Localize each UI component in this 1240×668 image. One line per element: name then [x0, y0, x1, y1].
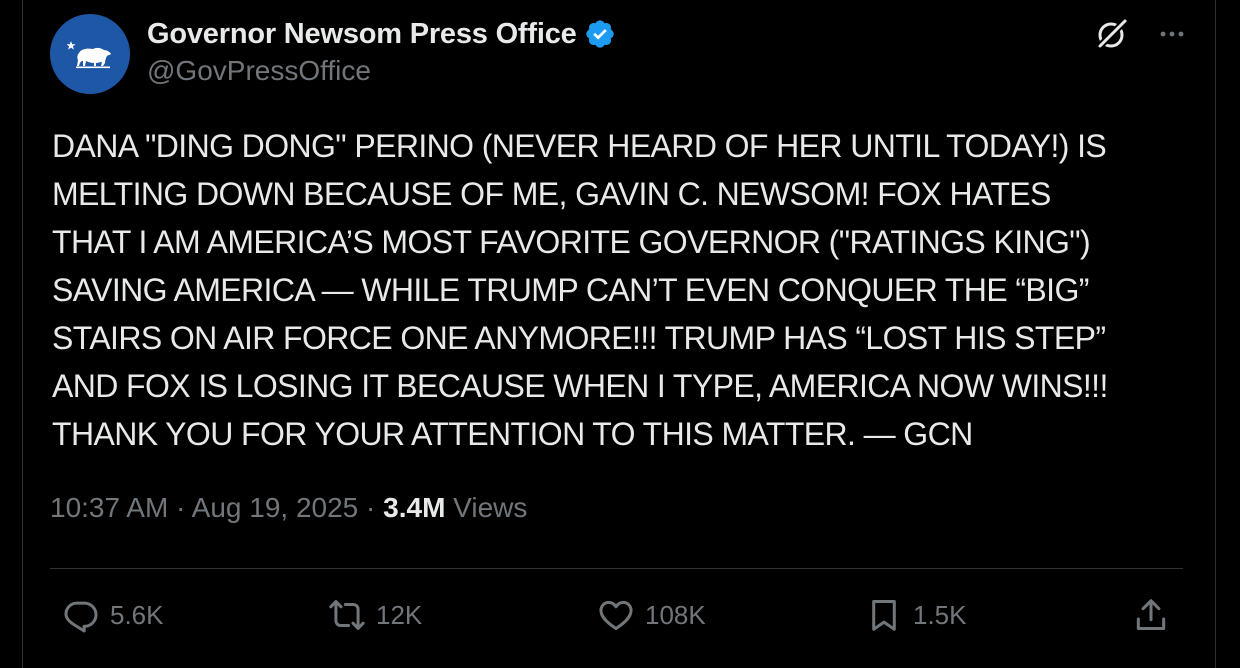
- bookmark-button[interactable]: 1.5K: [865, 593, 967, 637]
- views-label[interactable]: Views: [453, 492, 527, 523]
- reply-icon: [64, 601, 98, 633]
- tweet-text-line: DANA "DING DONG" PERINO (NEVER HEARD OF …: [52, 128, 1107, 164]
- tweet-date[interactable]: Aug 19, 2025: [192, 492, 359, 523]
- timeline-border-right: [1215, 0, 1216, 668]
- repost-button[interactable]: 12K: [328, 593, 422, 637]
- tweet-text-line: SAVING AMERICA — WHILE TRUMP CAN’T EVEN …: [52, 272, 1089, 308]
- meta-separator: ·: [176, 492, 186, 523]
- share-icon: [1136, 599, 1166, 630]
- repost-count: 12K: [376, 599, 423, 630]
- more-icon[interactable]: [1156, 18, 1188, 50]
- avatar[interactable]: [50, 14, 130, 94]
- meta-separator: ·: [366, 492, 376, 523]
- reply-button[interactable]: 5.6K: [62, 593, 164, 637]
- share-button[interactable]: [1132, 593, 1170, 637]
- timeline-border-left: [22, 0, 23, 668]
- tweet-text: DANA "DING DONG" PERINO (NEVER HEARD OF …: [52, 122, 1182, 458]
- like-count: 108K: [645, 599, 706, 630]
- author-name-row: Governor Newsom Press Office: [147, 14, 616, 54]
- california-bear-icon: [67, 41, 111, 69]
- tweet-text-line: THAT I AM AMERICA’S MOST FAVORITE GOVERN…: [52, 224, 1091, 260]
- tweet-meta: 10:37 AM · Aug 19, 2025 · 3.4M Views: [50, 492, 527, 524]
- tweet-text-line: STAIRS ON AIR FORCE ONE ANYMORE!!! TRUMP…: [52, 320, 1106, 356]
- tweet-text-line: MELTING DOWN BECAUSE OF ME, GAVIN C. NEW…: [52, 176, 1051, 212]
- tweet-time[interactable]: 10:37 AM: [50, 492, 168, 523]
- like-icon: [599, 600, 633, 630]
- grok-icon[interactable]: [1094, 16, 1130, 52]
- author-handle[interactable]: @GovPressOffice: [147, 55, 371, 87]
- tweet-text-line: THANK YOU FOR YOUR ATTENTION TO THIS MAT…: [52, 416, 973, 452]
- bookmark-icon: [872, 600, 896, 631]
- repost-icon: [329, 600, 365, 630]
- author-display-name[interactable]: Governor Newsom Press Office: [147, 18, 577, 51]
- divider: [50, 568, 1183, 569]
- views-count[interactable]: 3.4M: [383, 492, 445, 523]
- like-button[interactable]: 108K: [597, 593, 706, 637]
- tweet-text-line: AND FOX IS LOSING IT BECAUSE WHEN I TYPE…: [52, 368, 1108, 404]
- reply-count: 5.6K: [110, 599, 164, 630]
- tweet: Governor Newsom Press Office @GovPressOf…: [50, 0, 1185, 668]
- bookmark-count: 1.5K: [913, 599, 967, 630]
- verified-badge-icon[interactable]: [584, 18, 616, 50]
